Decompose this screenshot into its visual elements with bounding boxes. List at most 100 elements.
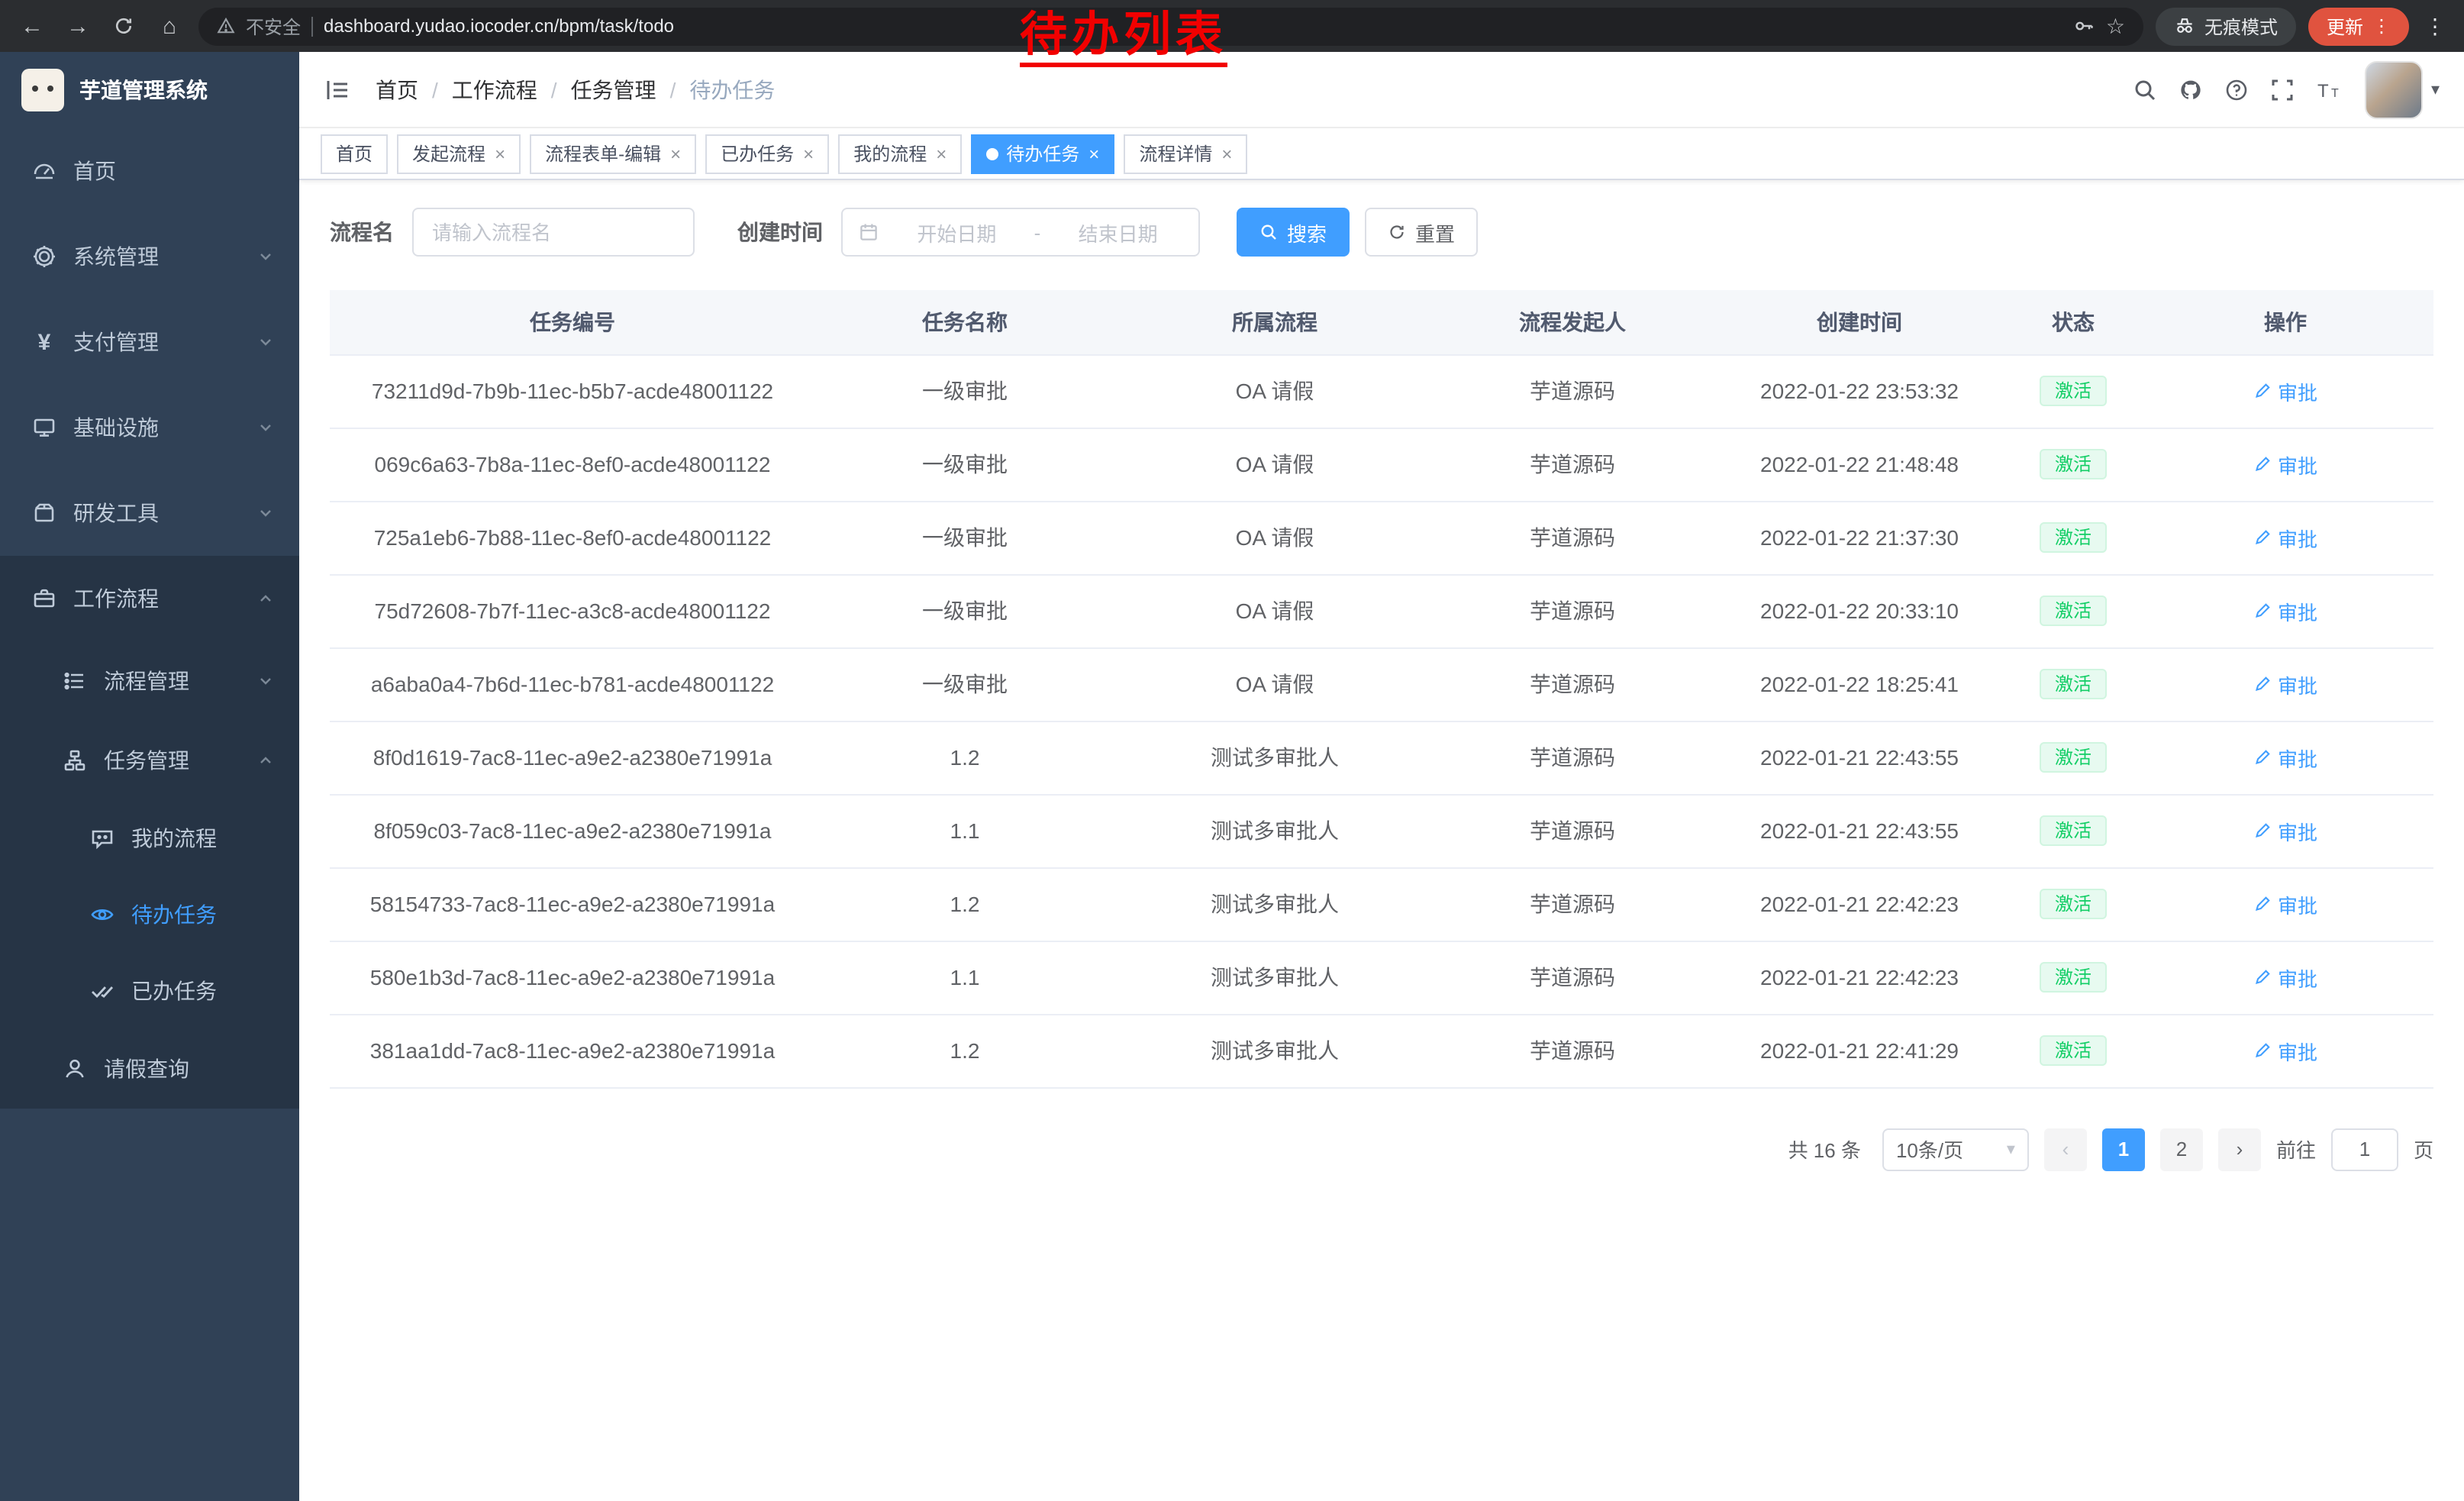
page-button-1[interactable]: 1 — [2102, 1128, 2145, 1170]
approve-link[interactable]: 审批 — [2253, 376, 2317, 405]
annotation-todo-list: 待办列表 — [1020, 9, 1227, 67]
table-header-row: 任务编号 任务名称 所属流程 流程发起人 创建时间 状态 操作 — [330, 290, 2433, 354]
sidebar-item-leave-query[interactable]: 请假查询 — [0, 1029, 299, 1109]
column-header-status: 状态 — [2009, 290, 2137, 354]
initiator: 芋道源码 — [1435, 574, 1710, 647]
tab-home[interactable]: 首页 — [321, 134, 388, 173]
search-icon[interactable] — [2133, 77, 2158, 102]
top-navbar: 首页 / 工作流程 / 任务管理 / 待办任务 TT ▾ — [299, 52, 2464, 128]
gear-icon — [31, 244, 58, 269]
user-menu[interactable]: ▾ — [2366, 60, 2440, 118]
close-icon[interactable]: × — [495, 143, 505, 164]
goto-page-input[interactable] — [2331, 1128, 2398, 1170]
breadcrumb-workflow[interactable]: 工作流程 — [452, 74, 537, 105]
chevron-down-icon — [256, 247, 275, 266]
sidebar-item-process-management[interactable]: 流程管理 — [0, 641, 299, 721]
created-time: 2022-01-22 20:33:10 — [1710, 574, 2009, 647]
task-id: 069c6a63-7b8a-11ec-8ef0-acde48001122 — [330, 428, 815, 501]
approve-link[interactable]: 审批 — [2253, 670, 2317, 699]
forward-icon[interactable]: → — [61, 9, 95, 43]
process-name: 测试多审批人 — [1114, 794, 1435, 867]
pencil-icon — [2253, 1041, 2272, 1060]
home-icon[interactable]: ⌂ — [153, 9, 186, 43]
approve-link[interactable]: 审批 — [2253, 1036, 2317, 1065]
github-icon[interactable] — [2179, 77, 2204, 102]
workflow-submenu: 流程管理 任务管理 我的流程 待办任务 — [0, 641, 299, 1109]
approve-link[interactable]: 审批 — [2253, 450, 2317, 479]
task-name: 一级审批 — [815, 354, 1114, 428]
tab-todo-tasks[interactable]: 待办任务× — [971, 134, 1114, 173]
fullscreen-icon[interactable] — [2271, 77, 2295, 102]
sidebar-item-workflow[interactable]: 工作流程 — [0, 556, 299, 641]
process-name-input[interactable] — [412, 208, 695, 257]
created-time: 2022-01-21 22:41:29 — [1710, 1014, 2009, 1087]
approve-link[interactable]: 审批 — [2253, 889, 2317, 918]
reload-icon[interactable] — [107, 9, 140, 43]
tab-done-tasks[interactable]: 已办任务× — [705, 134, 829, 173]
chevron-down-icon — [256, 333, 275, 351]
status-badge: 激活 — [2040, 449, 2107, 479]
incognito-badge: 无痕模式 — [2156, 7, 2296, 45]
pencil-icon — [2253, 675, 2272, 693]
pencil-icon — [2253, 528, 2272, 547]
svg-text:T: T — [2332, 86, 2340, 99]
breadcrumb-home[interactable]: 首页 — [376, 74, 418, 105]
sidebar-item-todo-tasks[interactable]: 待办任务 — [0, 876, 299, 953]
approve-link[interactable]: 审批 — [2253, 523, 2317, 552]
process-name: OA 请假 — [1114, 501, 1435, 574]
breadcrumb-separator: / — [670, 77, 676, 102]
sidebar-item-infrastructure[interactable]: 基础设施 — [0, 385, 299, 470]
sidebar-item-payment[interactable]: ¥ 支付管理 — [0, 299, 299, 385]
close-icon[interactable]: × — [670, 143, 681, 164]
breadcrumb-separator: / — [551, 77, 557, 102]
update-label: 更新 — [2327, 13, 2363, 39]
date-range-picker[interactable]: 开始日期 - 结束日期 — [841, 208, 1200, 257]
tab-my-processes[interactable]: 我的流程× — [838, 134, 962, 173]
next-page-button[interactable]: › — [2218, 1128, 2261, 1170]
browser-menu-icon[interactable]: ⋮ — [2421, 13, 2449, 39]
close-icon[interactable]: × — [803, 143, 814, 164]
close-icon[interactable]: × — [1088, 143, 1099, 164]
approve-link[interactable]: 审批 — [2253, 963, 2317, 992]
status-badge: 激活 — [2040, 596, 2107, 626]
tab-form-edit[interactable]: 流程表单-编辑× — [530, 134, 696, 173]
tab-process-detail[interactable]: 流程详情× — [1124, 134, 1247, 173]
sidebar-item-system[interactable]: 系统管理 — [0, 214, 299, 299]
avatar[interactable] — [2366, 60, 2424, 118]
initiator: 芋道源码 — [1435, 867, 1710, 941]
font-size-icon[interactable]: TT — [2317, 77, 2344, 102]
sidebar-item-home[interactable]: 首页 — [0, 128, 299, 214]
search-button[interactable]: 搜索 — [1237, 208, 1350, 257]
sidebar-item-devtools[interactable]: 研发工具 — [0, 470, 299, 556]
page-size-select[interactable]: 10条/页 ▾ — [1882, 1128, 2029, 1170]
help-icon[interactable] — [2225, 77, 2250, 102]
sidebar-item-done-tasks[interactable]: 已办任务 — [0, 953, 299, 1029]
column-header-action: 操作 — [2137, 290, 2433, 354]
sidebar-item-task-management[interactable]: 任务管理 — [0, 721, 299, 800]
bookmark-star-icon[interactable]: ☆ — [2106, 13, 2125, 39]
approve-link[interactable]: 审批 — [2253, 816, 2317, 845]
sidebar-item-my-processes[interactable]: 我的流程 — [0, 800, 299, 876]
table-row: 725a1eb6-7b88-11ec-8ef0-acde48001122 一级审… — [330, 501, 2433, 574]
dashboard-icon — [31, 159, 58, 183]
table-row: 73211d9d-7b9b-11ec-b5b7-acde48001122 一级审… — [330, 354, 2433, 428]
page-button-2[interactable]: 2 — [2160, 1128, 2203, 1170]
sidebar-item-label: 首页 — [73, 156, 275, 186]
tab-start-process[interactable]: 发起流程× — [397, 134, 521, 173]
approve-link[interactable]: 审批 — [2253, 596, 2317, 625]
reset-button[interactable]: 重置 — [1365, 208, 1478, 257]
close-icon[interactable]: × — [936, 143, 947, 164]
table-row: 75d72608-7b7f-11ec-a3c8-acde48001122 一级审… — [330, 574, 2433, 647]
password-key-icon[interactable] — [2074, 15, 2095, 37]
task-id: 75d72608-7b7f-11ec-a3c8-acde48001122 — [330, 574, 815, 647]
breadcrumb-task-management[interactable]: 任务管理 — [571, 74, 656, 105]
approve-link[interactable]: 审批 — [2253, 743, 2317, 772]
collapse-sidebar-icon[interactable] — [324, 76, 351, 103]
close-icon[interactable]: × — [1221, 143, 1232, 164]
update-button[interactable]: 更新 ⋮ — [2308, 7, 2409, 45]
pencil-icon — [2253, 748, 2272, 767]
task-id: a6aba0a4-7b6d-11ec-b781-acde48001122 — [330, 647, 815, 721]
prev-page-button[interactable]: ‹ — [2044, 1128, 2087, 1170]
process-name: OA 请假 — [1114, 354, 1435, 428]
back-icon[interactable]: ← — [15, 9, 49, 43]
